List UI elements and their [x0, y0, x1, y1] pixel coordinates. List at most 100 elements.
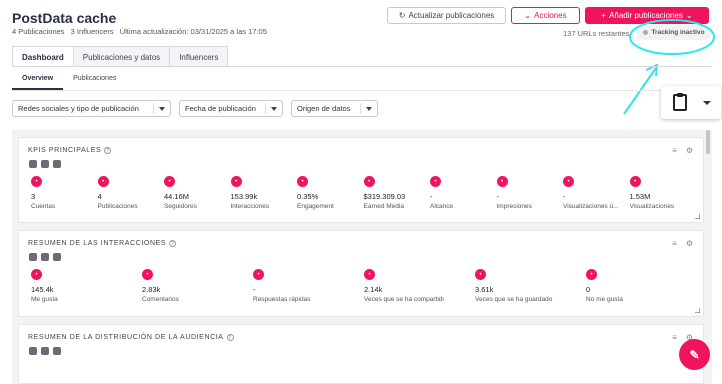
resize-handle-icon[interactable] [695, 214, 700, 219]
caret-down-icon [366, 107, 372, 111]
kpi-value: 1.53M [629, 192, 651, 201]
update-publications-label: Actualizar publicaciones [408, 11, 495, 20]
gear-icon[interactable]: ⚙ [685, 239, 694, 248]
play-icon: • [563, 176, 574, 187]
actions-button[interactable]: ⌄ Acciones [511, 7, 580, 24]
help-icon[interactable]: ? [226, 334, 234, 341]
main-tabs: Dashboard Publicaciones y datos Influenc… [12, 46, 229, 67]
kpi-value: 0 [586, 285, 591, 294]
youtube-icon [53, 253, 61, 261]
kpi-value: - [253, 285, 256, 294]
audience-title: RESUMEN DE LA DISTRIBUCIÓN DE LA AUDIENC… [28, 334, 234, 341]
kpi-label: Visualizaciones [629, 203, 675, 210]
last-update: Última actualización: 03/31/2025 a las 1… [119, 27, 267, 36]
target-icon: • [297, 176, 308, 187]
tiktok-icon [41, 347, 49, 355]
comment-icon: • [142, 269, 153, 280]
caret-down-icon [159, 107, 165, 111]
help-icon[interactable]: ? [104, 147, 112, 154]
card-tools: ≡ ⚙ [670, 146, 694, 155]
filter-publication-date-label: Fecha de publicación [185, 104, 256, 113]
kpi-value: 3.61k [475, 285, 494, 294]
filter-social-networks-label: Redes sociales y tipo de publicación [18, 104, 139, 113]
settings-sliders-icon[interactable]: ≡ [670, 239, 679, 248]
kpi-item: • 1.53M Visualizaciones [629, 176, 710, 210]
eye-icon: • [496, 176, 508, 187]
youtube-icon [53, 160, 61, 168]
sub-tabs: Overview Publicaciones [12, 71, 126, 90]
subtab-divider [12, 90, 712, 91]
publications-count: 4 Publicaciones [12, 27, 65, 36]
kpis-title-text: KPIS PRINCIPALES [28, 147, 102, 154]
kpi-item: • - Respuestas rápidas [253, 269, 333, 303]
kpi-label: Veces que se ha guardado [475, 296, 553, 303]
interactions-title: RESUMEN DE LAS INTERACCIONES ? [28, 240, 177, 247]
bookmark-icon: • [475, 269, 486, 280]
kpi-label: Me gusta [31, 296, 58, 303]
caret-down-icon [271, 107, 277, 111]
chat-help-button[interactable]: ✎ [679, 339, 710, 370]
clipboard-menu-button[interactable] [661, 86, 721, 119]
social-icons [29, 347, 61, 355]
subtab-publications[interactable]: Publicaciones [63, 71, 126, 90]
filter-separator [153, 103, 154, 114]
filter-separator [265, 103, 266, 114]
play-icon: • [629, 176, 641, 187]
kpi-value: 2.83k [142, 285, 161, 294]
audience-title-text: RESUMEN DE LA DISTRIBUCIÓN DE LA AUDIENC… [28, 334, 224, 341]
actions-label: Acciones [534, 11, 567, 20]
annotation-ellipse [629, 19, 715, 55]
filter-data-source[interactable]: Origen de datos [291, 100, 378, 117]
page-meta: 4 Publicaciones 3 Influencers Última act… [12, 27, 271, 36]
kpis-card: KPIS PRINCIPALES ? ≡ ⚙ • 3 Cuentas • 4 Public… [18, 137, 704, 223]
kpi-label: Comentarios [142, 296, 179, 303]
annotation-arrow-line [623, 67, 657, 115]
interactions-title-text: RESUMEN DE LAS INTERACCIONES [28, 240, 167, 247]
scrollbar[interactable] [706, 130, 710, 154]
followers-icon: • [164, 176, 175, 187]
kpi-item: • 0 No me gusta [586, 269, 666, 303]
settings-sliders-icon[interactable]: ≡ [670, 333, 679, 342]
audience-card: RESUMEN DE LA DISTRIBUCIÓN DE LA AUDIENC… [18, 324, 704, 384]
interactions-card: RESUMEN DE LAS INTERACCIONES ? ≡ ⚙ • 145.… [18, 230, 704, 317]
update-publications-button[interactable]: ↻ Actualizar publicaciones [387, 7, 506, 24]
share-icon: • [364, 269, 375, 280]
tab-publications-data[interactable]: Publicaciones y datos [72, 46, 171, 67]
page-title: PostData cache [12, 10, 117, 26]
tiktok-icon [41, 160, 49, 168]
kpi-label: Veces que se ha compartido [364, 296, 444, 303]
filter-publication-date[interactable]: Fecha de publicación [179, 100, 283, 117]
kpi-item: • 3.61k Veces que se ha guardado [475, 269, 555, 303]
interaction-icon: • [230, 176, 242, 187]
post-icon: • [97, 176, 109, 187]
kpis-title: KPIS PRINCIPALES ? [28, 147, 112, 154]
tiktok-icon [41, 253, 49, 261]
kpi-value: 2.14k [364, 285, 383, 294]
filter-separator [360, 103, 361, 114]
influencers-count: 3 Influencers [70, 27, 114, 36]
social-icons [29, 160, 61, 168]
resize-handle-icon[interactable] [695, 308, 700, 313]
filter-social-networks[interactable]: Redes sociales y tipo de publicación [12, 100, 171, 117]
reach-icon: • [430, 176, 441, 187]
chat-icon: ✎ [689, 347, 700, 362]
kpi-label: Respuestas rápidas [253, 296, 311, 303]
tab-dashboard[interactable]: Dashboard [12, 46, 74, 67]
filter-data-source-label: Origen de datos [297, 104, 351, 113]
dislike-icon: • [586, 269, 597, 280]
settings-sliders-icon[interactable]: ≡ [670, 146, 679, 155]
chevron-down-icon: ⌄ [524, 11, 532, 20]
instagram-icon [29, 253, 37, 261]
refresh-icon: ↻ [398, 11, 406, 20]
gear-icon[interactable]: ⚙ [685, 146, 694, 155]
clipboard-icon [673, 93, 711, 111]
tab-influencers[interactable]: Influencers [169, 46, 229, 67]
kpi-item: • 145.4k Me gusta [31, 269, 111, 303]
subtab-overview[interactable]: Overview [12, 71, 64, 90]
kpi-value: 145.4k [31, 285, 54, 294]
help-icon[interactable]: ? [169, 240, 177, 247]
dollar-icon: • [363, 176, 375, 187]
heart-icon: • [31, 269, 42, 280]
quick-reply-icon: • [253, 269, 264, 280]
kpi-item: • 2.83k Comentarios [142, 269, 222, 303]
